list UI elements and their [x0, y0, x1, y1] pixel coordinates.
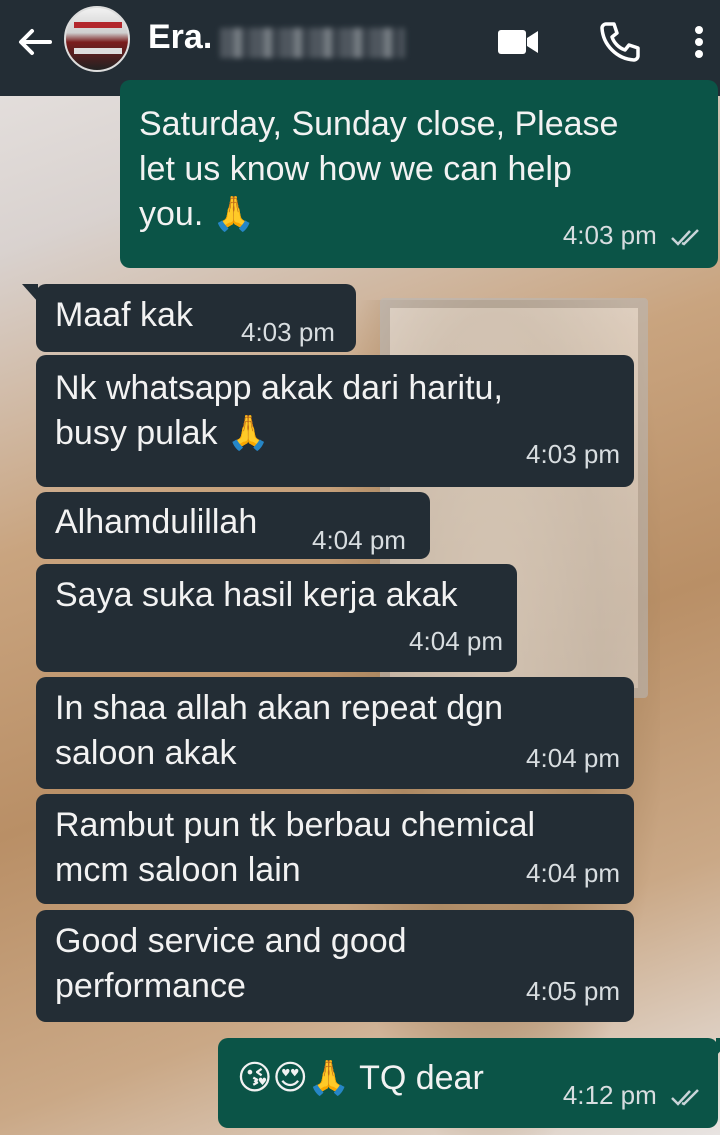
more-vert-icon[interactable]: [684, 18, 714, 66]
message-time: 4:03 pm: [562, 220, 657, 250]
message-time: 4:12 pm: [562, 1080, 657, 1110]
message-text: Good service and good: [55, 922, 407, 960]
read-receipt-icon: [671, 229, 699, 246]
message-text: saloon akak: [55, 734, 237, 772]
message-time: 4:04 pm: [526, 743, 620, 773]
name-redaction-blur: [220, 28, 405, 58]
message-text: Saya suka hasil kerja akak: [55, 576, 458, 614]
message-bubble-incoming[interactable]: Nk whatsapp akak dari haritu, busy pulak…: [36, 355, 634, 487]
folded-hands-emoji: 🙏: [227, 413, 270, 453]
message-time: 4:04 pm: [409, 626, 503, 656]
emoji-row: 😘😍🙏: [237, 1058, 351, 1098]
message-text: let us know how we can help: [139, 150, 572, 188]
message-text: mcm saloon lain: [55, 851, 301, 889]
message-time: 4:03 pm: [241, 317, 335, 347]
video-call-icon[interactable]: [494, 18, 542, 66]
message-text: Alhamdulillah: [55, 503, 258, 541]
message-text: In shaa allah akan repeat dgn: [55, 689, 504, 727]
message-bubble-incoming[interactable]: Saya suka hasil kerja akak 4:04 pm: [36, 564, 517, 672]
message-time: 4:03 pm: [526, 439, 620, 469]
message-bubble-incoming[interactable]: Alhamdulillah 4:04 pm: [36, 492, 430, 559]
message-bubble-incoming[interactable]: Good service and good performance 4:05 p…: [36, 910, 634, 1022]
message-bubble-outgoing[interactable]: 😘😍🙏 TQ dear 4:12 pm: [218, 1038, 720, 1128]
message-time: 4:04 pm: [526, 858, 620, 888]
back-arrow-icon[interactable]: [14, 22, 54, 62]
message-text: Nk whatsapp akak dari haritu,: [55, 369, 503, 407]
message-text: TQ dear: [359, 1059, 484, 1097]
message-text: busy pulak: [55, 414, 218, 452]
message-text: Maaf kak: [55, 296, 193, 334]
message-time: 4:05 pm: [526, 976, 620, 1006]
message-time: 4:04 pm: [312, 525, 406, 555]
message-text: Rambut pun tk berbau chemical: [55, 806, 536, 844]
message-bubble-incoming[interactable]: Maaf kak 4:03 pm: [22, 284, 356, 352]
message-bubble-outgoing[interactable]: Saturday, Sunday close, Please let us kn…: [120, 80, 718, 268]
message-text: performance: [55, 967, 246, 1005]
contact-name[interactable]: Era.: [148, 18, 212, 57]
phone-call-icon[interactable]: [596, 18, 644, 66]
message-text: you.: [139, 195, 204, 233]
folded-hands-emoji: 🙏: [212, 194, 256, 234]
read-receipt-icon: [671, 1089, 699, 1106]
message-bubble-incoming[interactable]: In shaa allah akan repeat dgn saloon aka…: [36, 677, 634, 789]
avatar[interactable]: [64, 6, 130, 72]
message-bubble-incoming[interactable]: Rambut pun tk berbau chemical mcm saloon…: [36, 794, 634, 904]
message-text: Saturday, Sunday close, Please: [139, 105, 619, 143]
